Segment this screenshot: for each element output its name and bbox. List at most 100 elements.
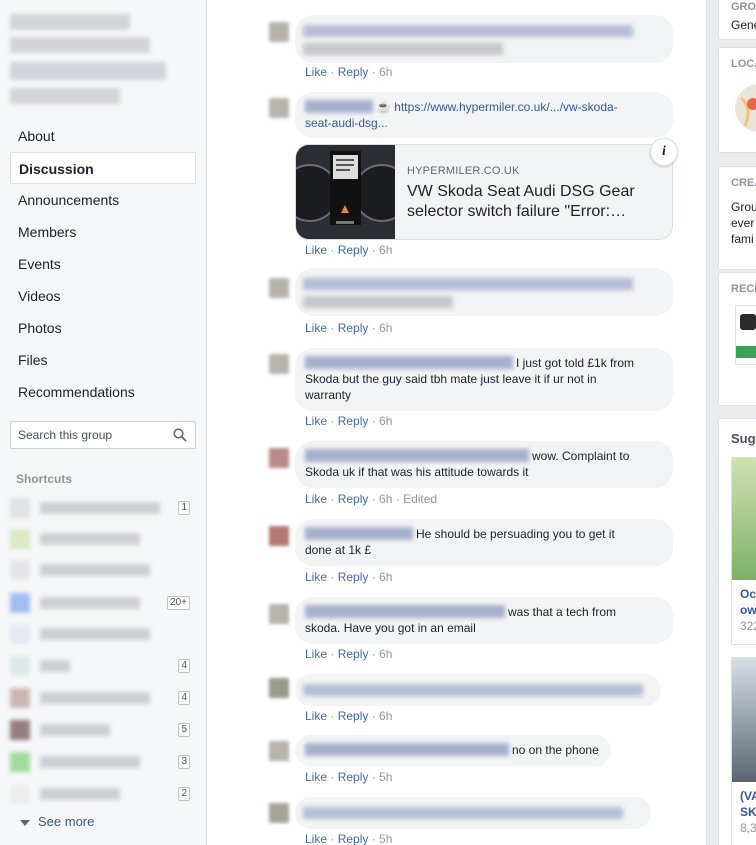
commenter-name-blurred[interactable]: [305, 449, 529, 462]
suggested-group-card[interactable]: (VA SK 8,3: [731, 657, 756, 845]
shortcut-item[interactable]: 20+: [10, 593, 192, 613]
shortcut-item[interactable]: 4: [10, 688, 192, 708]
like-button[interactable]: Like: [305, 414, 327, 428]
reply-button[interactable]: Reply: [338, 65, 369, 79]
map-thumbnail[interactable]: [735, 78, 756, 138]
like-button[interactable]: Like: [305, 321, 327, 335]
like-button[interactable]: Like: [305, 770, 327, 784]
right-column: GRO Gene LOCA CREA Grou ever fami RECE S…: [718, 0, 756, 845]
reply-button[interactable]: Reply: [338, 243, 369, 257]
commenter-avatar[interactable]: [269, 448, 289, 468]
comment-timestamp[interactable]: 6h: [379, 647, 392, 661]
comment-timestamp[interactable]: 6h: [379, 65, 392, 79]
commenter-name-blurred[interactable]: [305, 605, 505, 618]
commenter-name-blurred[interactable]: [305, 100, 373, 113]
comment-timestamp[interactable]: 6h: [379, 414, 392, 428]
comment-timestamp[interactable]: 5h: [379, 832, 392, 845]
comment-timestamp[interactable]: 6h: [379, 570, 392, 584]
commenter-avatar[interactable]: [269, 22, 289, 42]
commenter-avatar[interactable]: [269, 278, 289, 298]
shared-link-cont[interactable]: seat-audi-dsg...: [305, 116, 388, 130]
nav-photos[interactable]: Photos: [10, 312, 196, 344]
see-more-link[interactable]: See more: [20, 814, 94, 829]
like-button[interactable]: Like: [305, 65, 327, 79]
shortcut-item[interactable]: [10, 624, 192, 644]
shortcut-item[interactable]: [10, 560, 192, 580]
comment-timestamp[interactable]: 5h: [379, 770, 392, 784]
group-type-text: Gene: [731, 18, 756, 32]
commenter-avatar[interactable]: [269, 678, 289, 698]
nav-events[interactable]: Events: [10, 248, 196, 280]
shortcut-count: 20+: [167, 596, 190, 610]
commenter-name-blurred[interactable]: [305, 356, 513, 369]
group-name-blurred: [10, 62, 166, 80]
nav-members[interactable]: Members: [10, 216, 196, 248]
like-button[interactable]: Like: [305, 492, 327, 506]
group-name-blurred: [10, 37, 150, 53]
like-button[interactable]: Like: [305, 832, 327, 845]
reply-button[interactable]: Reply: [338, 647, 369, 661]
like-button[interactable]: Like: [305, 570, 327, 584]
link-preview-card[interactable]: HYPERMILER.CO.UK VW Skoda Seat Audi DSG …: [295, 144, 673, 240]
comment-timestamp[interactable]: 6h: [379, 709, 392, 723]
shortcut-item[interactable]: 2: [10, 784, 192, 804]
like-button[interactable]: Like: [305, 243, 327, 257]
comment-actions: Like · Reply · 6h: [305, 414, 393, 428]
shortcut-name-blurred: [40, 660, 70, 672]
comment-actions: Like · Reply · 6h: [305, 243, 393, 257]
reply-button[interactable]: Reply: [338, 492, 369, 506]
like-button[interactable]: Like: [305, 709, 327, 723]
shortcut-name-blurred: [40, 502, 160, 514]
media-thumbnail[interactable]: [735, 305, 756, 365]
shortcut-item[interactable]: 4: [10, 656, 192, 676]
nav-announcements[interactable]: Announcements: [10, 184, 196, 216]
shortcut-item[interactable]: [10, 529, 192, 549]
section-label: CREA: [731, 177, 756, 189]
commenter-avatar[interactable]: [269, 354, 289, 374]
info-icon[interactable]: i: [650, 138, 678, 166]
link-preview-image: [296, 145, 411, 239]
shortcut-item[interactable]: 5: [10, 720, 192, 740]
edited-label[interactable]: Edited: [403, 492, 437, 506]
commenter-avatar[interactable]: [269, 604, 289, 624]
commenter-avatar[interactable]: [269, 803, 289, 823]
nav-files[interactable]: Files: [10, 344, 196, 376]
reply-button[interactable]: Reply: [338, 832, 369, 845]
commenter-name-blurred[interactable]: [305, 743, 509, 756]
reply-button[interactable]: Reply: [338, 709, 369, 723]
comment-text: was that a tech from: [508, 605, 617, 619]
reply-button[interactable]: Reply: [338, 414, 369, 428]
reply-button[interactable]: Reply: [338, 570, 369, 584]
comment-timestamp[interactable]: 6h: [379, 492, 392, 506]
shortcut-thumbnail: [10, 656, 30, 676]
group-info-box: GRO Gene: [718, 0, 756, 40]
reply-button[interactable]: Reply: [338, 770, 369, 784]
recent-media-box: RECE: [718, 272, 756, 406]
reply-button[interactable]: Reply: [338, 321, 369, 335]
commenter-avatar[interactable]: [269, 741, 289, 761]
comment-actions: Like · Reply · 6h: [305, 65, 393, 79]
group-search-input[interactable]: [11, 422, 161, 448]
shortcut-thumbnail: [10, 593, 30, 613]
suggested-group-card[interactable]: Oct ow 322: [731, 457, 756, 645]
comment-timestamp[interactable]: 6h: [379, 321, 392, 335]
commenter-name-blurred[interactable]: [305, 527, 413, 540]
group-name-blurred: [10, 14, 130, 30]
shortcut-count: 2: [178, 787, 190, 801]
shortcut-item[interactable]: 3: [10, 752, 192, 772]
commenter-avatar[interactable]: [269, 526, 289, 546]
nav-recommendations[interactable]: Recommendations: [10, 376, 196, 408]
created-box: CREA Grou ever fami: [718, 166, 756, 270]
shared-link[interactable]: https://www.hypermiler.co.uk/.../vw-skod…: [394, 100, 617, 114]
section-label: RECE: [731, 283, 756, 295]
nav-about[interactable]: About: [10, 120, 196, 152]
like-button[interactable]: Like: [305, 647, 327, 661]
shortcut-item[interactable]: 1: [10, 498, 192, 518]
shortcut-thumbnail: [10, 498, 30, 518]
nav-discussion[interactable]: Discussion: [10, 152, 196, 184]
comment-bubble: I just got told £1k from Skoda but the g…: [295, 348, 673, 411]
search-icon[interactable]: [173, 428, 187, 445]
comment-timestamp[interactable]: 6h: [379, 243, 392, 257]
commenter-avatar[interactable]: [269, 98, 289, 118]
nav-videos[interactable]: Videos: [10, 280, 196, 312]
